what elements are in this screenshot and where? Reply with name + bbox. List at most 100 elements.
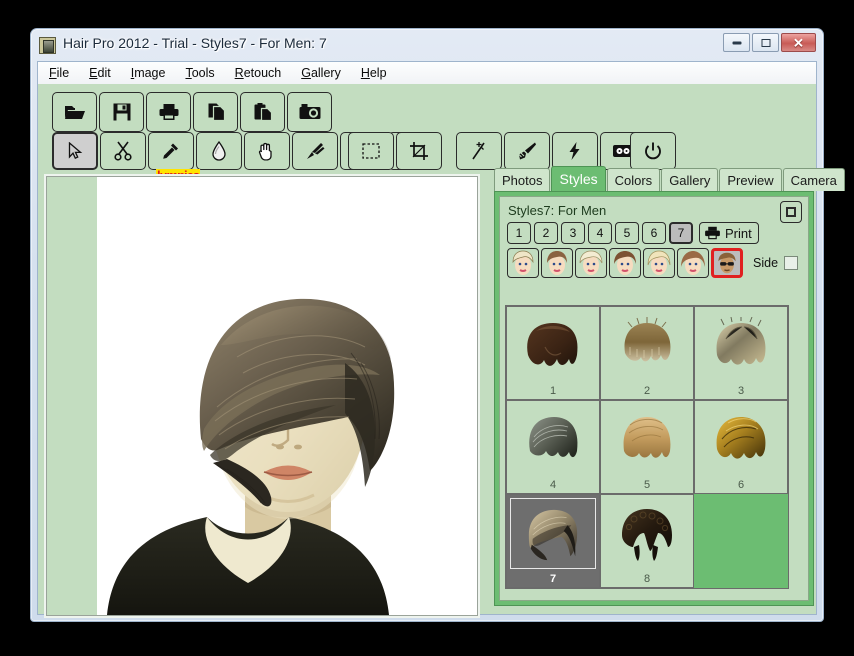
save-floppy-icon	[113, 103, 130, 121]
camera-icon	[299, 104, 320, 119]
camera-button[interactable]	[287, 92, 332, 132]
face-man-sunglasses[interactable]	[711, 248, 743, 278]
menu-gallery[interactable]: Gallery	[298, 64, 344, 82]
copy-button[interactable]	[193, 92, 238, 132]
styles-panel-inner: Styles7: For Men 1 2 3 4 5 6 7 Print Sid…	[499, 196, 809, 601]
print-button[interactable]: Print	[699, 222, 759, 244]
tab-styles[interactable]: Styles	[551, 166, 606, 191]
title-bar: Hair Pro 2012 - Trial - Styles7 - For Me…	[31, 29, 823, 61]
woman-portrait-graphic	[97, 177, 477, 615]
scissors-icon	[114, 141, 132, 161]
style-cell-2[interactable]: 2	[600, 306, 694, 400]
female-face-icon	[647, 250, 671, 275]
expand-window-icon[interactable]	[780, 201, 802, 223]
tab-photos[interactable]: Photos	[494, 168, 551, 191]
face-blonde-long[interactable]	[643, 248, 675, 278]
style-thumb-3	[698, 310, 784, 381]
color-picker-tool[interactable]	[148, 132, 194, 170]
female-face-icon	[579, 250, 603, 275]
page-button-6[interactable]: 6	[642, 222, 666, 244]
effects-toolbar	[456, 132, 648, 170]
menu-tools[interactable]: Tools	[182, 64, 217, 82]
hairstyle-tousled-icon	[716, 416, 766, 459]
minimize-button[interactable]	[723, 33, 750, 52]
styles-panel: Styles7: For Men 1 2 3 4 5 6 7 Print Sid…	[494, 191, 814, 606]
menu-retouch[interactable]: Retouch	[232, 64, 285, 82]
crop-tool[interactable]	[396, 132, 442, 170]
copy-icon	[208, 103, 225, 122]
style-number-6: 6	[737, 479, 745, 491]
hand-tool[interactable]	[244, 132, 290, 170]
open-button[interactable]	[52, 92, 97, 132]
close-button[interactable]: ✕	[781, 33, 816, 52]
style-cell-4[interactable]: 4	[506, 400, 600, 494]
face-blonde-short[interactable]	[507, 248, 539, 278]
workspace: lumpics Photos Styles Colors Gallery Pre…	[38, 84, 845, 616]
female-face-icon	[512, 250, 534, 275]
page-button-7[interactable]: 7	[669, 222, 693, 244]
styles-grid: 1 2 3 4 5 6 7 8	[505, 305, 789, 589]
tab-camera[interactable]: Camera	[782, 168, 845, 191]
face-brown-bob[interactable]	[541, 248, 573, 278]
page-button-1[interactable]: 1	[507, 222, 531, 244]
menu-edit[interactable]: Edit	[86, 64, 114, 82]
brushes-tool[interactable]	[292, 132, 338, 170]
magic-wand-tool[interactable]	[456, 132, 502, 170]
paste-icon	[254, 103, 272, 122]
maximize-button[interactable]	[752, 33, 779, 52]
style-number-7: 7	[549, 573, 557, 585]
male-face-sunglasses-icon	[718, 252, 736, 274]
hairstyle-bowl-icon	[527, 322, 578, 366]
power-button[interactable]	[630, 132, 676, 170]
face-platinum-wavy[interactable]	[575, 248, 607, 278]
style-number-2: 2	[643, 385, 651, 397]
eyedropper-icon	[163, 143, 178, 159]
style-number-5: 5	[643, 479, 651, 491]
photo-canvas[interactable]	[46, 176, 478, 616]
style-cell-1[interactable]: 1	[506, 306, 600, 400]
tab-preview[interactable]: Preview	[719, 168, 782, 191]
side-label: Side	[753, 256, 779, 270]
effects-tool[interactable]	[552, 132, 598, 170]
hairstyle-curly-dark-icon	[622, 508, 672, 561]
style-cell-8[interactable]: 8	[600, 494, 694, 588]
style-cell-3[interactable]: 3	[694, 306, 788, 400]
paint-tool[interactable]	[504, 132, 550, 170]
style-cell-5[interactable]: 5	[600, 400, 694, 494]
menu-help[interactable]: Help	[358, 64, 390, 82]
hairstyle-spiky-icon	[624, 316, 671, 361]
style-thumb-5	[604, 404, 690, 475]
water-drop-icon	[212, 141, 226, 161]
hand-icon	[258, 142, 272, 161]
tab-colors[interactable]: Colors	[606, 168, 661, 191]
tab-gallery[interactable]: Gallery	[661, 168, 719, 191]
cut-tool[interactable]	[100, 132, 146, 170]
page-button-2[interactable]: 2	[534, 222, 558, 244]
hairstyle-side-swept-icon	[528, 509, 578, 560]
face-auburn-long[interactable]	[677, 248, 709, 278]
style-cell-6[interactable]: 6	[694, 400, 788, 494]
blur-tool[interactable]	[196, 132, 242, 170]
paste-button[interactable]	[240, 92, 285, 132]
application-window: Hair Pro 2012 - Trial - Styles7 - For Me…	[30, 28, 845, 622]
file-toolbar	[52, 92, 334, 132]
page-button-3[interactable]: 3	[561, 222, 585, 244]
style-thumb-2	[604, 310, 690, 381]
face-brunette-curly[interactable]	[609, 248, 641, 278]
page-button-5[interactable]: 5	[615, 222, 639, 244]
page-button-4[interactable]: 4	[588, 222, 612, 244]
hairstyle-messy-icon	[716, 316, 766, 365]
print-button[interactable]	[146, 92, 191, 132]
female-face-icon	[681, 251, 705, 275]
menu-image[interactable]: Image	[128, 64, 169, 82]
portrait-image[interactable]	[97, 177, 477, 615]
save-button[interactable]	[99, 92, 144, 132]
rectangle-select-tool[interactable]	[348, 132, 394, 170]
style-cell-7[interactable]: 7	[506, 494, 600, 588]
style-thumb-8	[604, 498, 690, 569]
select-tool[interactable]	[52, 132, 98, 170]
style-cell-empty	[694, 494, 788, 588]
side-checkbox[interactable]	[784, 256, 799, 270]
hairstyle-layered-icon	[623, 416, 671, 458]
menu-file[interactable]: File	[46, 64, 72, 82]
